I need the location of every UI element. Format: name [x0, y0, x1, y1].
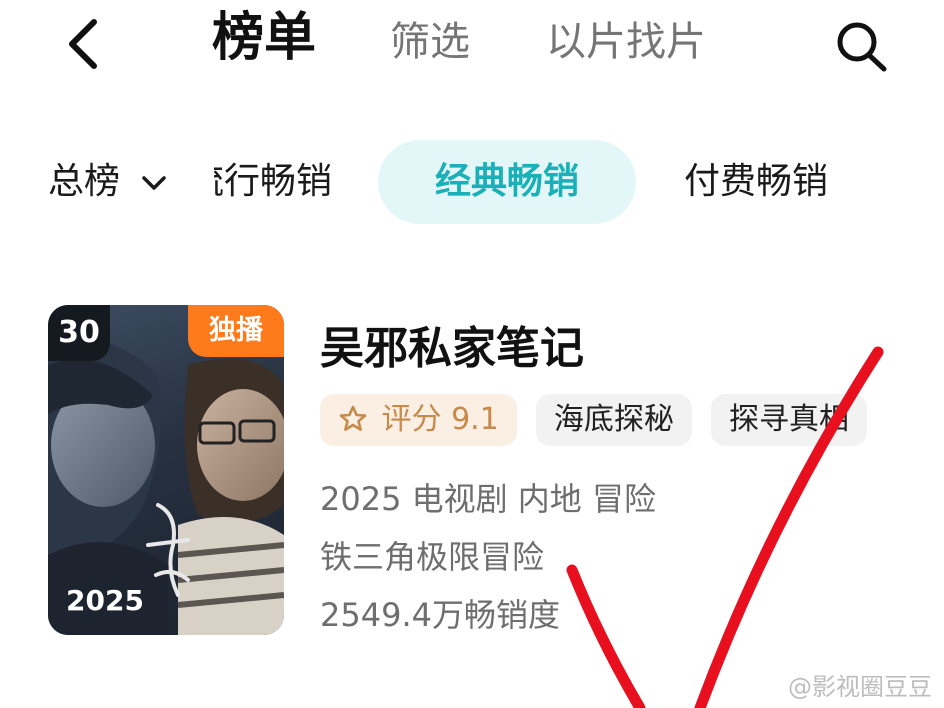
tab-paid-sales[interactable]: 付费畅销 — [684, 140, 828, 224]
top-bar: 榜单 筛选 以片找片 — [0, 0, 944, 100]
item-tagline: 铁三角极限冒险 — [320, 538, 545, 576]
tab-popular-sales-label: 流行畅销 — [214, 161, 332, 202]
page: 榜单 筛选 以片找片 总榜 流行畅销 经典畅销 付费畅销 — [0, 0, 944, 708]
item-sales: 2549.4万畅销度 — [320, 596, 560, 634]
watermark: @影视圈豆豆 — [788, 673, 932, 701]
rank-badge: 30 — [48, 305, 110, 361]
score-tag[interactable]: 评分 9.1 — [320, 394, 517, 446]
poster-image[interactable]: 30 独播 2025 — [48, 305, 284, 635]
tab-filter[interactable]: 筛选 — [390, 10, 470, 74]
search-button[interactable] — [830, 20, 892, 72]
ranking-type-dropdown[interactable]: 总榜 — [48, 140, 167, 224]
poster-year: 2025 — [66, 584, 144, 617]
chevron-down-icon — [142, 176, 167, 190]
back-button[interactable] — [62, 18, 106, 70]
tag-chip[interactable]: 探寻真相 — [710, 394, 867, 446]
item-title[interactable]: 吴邪私家笔记 — [320, 312, 584, 376]
tab-classic-sales[interactable]: 经典畅销 — [378, 140, 636, 224]
tab-find-similar[interactable]: 以片找片 — [546, 10, 706, 74]
tag-row: 评分 9.1 海底探秘 探寻真相 — [320, 394, 880, 446]
item-meta: 2025 电视剧 内地 冒险 — [320, 480, 656, 518]
exclusive-badge: 独播 — [188, 305, 284, 357]
tab-popular-sales[interactable]: 流行畅销 — [214, 140, 332, 224]
category-tabs: 总榜 流行畅销 经典畅销 付费畅销 — [0, 140, 944, 230]
star-icon — [339, 405, 367, 431]
dropdown-label: 总榜 — [48, 161, 121, 202]
search-icon — [837, 22, 887, 72]
tag-chip[interactable]: 海底探秘 — [535, 394, 692, 446]
back-arrow-icon — [69, 19, 97, 69]
tab-ranking[interactable]: 榜单 — [212, 6, 316, 70]
score-label: 评分 9.1 — [381, 402, 499, 437]
